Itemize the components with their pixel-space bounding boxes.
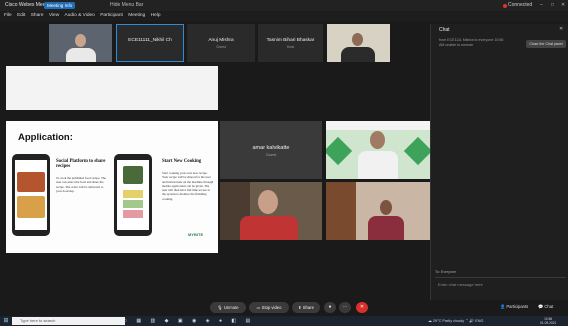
chat-recipient-select[interactable]: To: Everyone [435,270,456,274]
system-tray[interactable]: ☁ 29°C Partly cloudy ⌃ 🔊 ENG [428,316,483,326]
close-icon[interactable]: ✕ [561,0,565,11]
meeting-info-button[interactable]: Meeting Info [44,2,76,9]
participant-tile-active[interactable]: ECE11111_Nikhil Ch [116,24,184,62]
more-options-button[interactable]: ··· [339,302,351,313]
participant-body [66,48,96,62]
participant-role: Guest [216,45,226,49]
language-indicator: ENG [475,319,484,323]
participant-name: Tasnim Bihari Bhaskar [266,38,315,43]
participants-label: Participants [506,304,529,309]
minimize-icon[interactable]: – [540,0,543,11]
decor-shape [326,136,353,166]
stop-video-label: Stop video [261,305,282,310]
menu-audio-video[interactable]: Audio & Video [65,11,95,21]
slide-title: Application: [18,132,73,143]
taskbar-clock[interactable]: 10:56 01-09-2021 [540,317,556,325]
record-icon[interactable]: ● [324,302,336,313]
participant-tile[interactable]: Tasnim Bihari Bhaskar Host [258,24,323,62]
share-label: Share [302,305,314,310]
weather-status: 29°C Partly cloudy [432,319,465,323]
stop-video-button[interactable]: ▭ Stop video [249,302,289,313]
participant-face [75,34,86,47]
chat-input[interactable]: Enter chat message here [435,277,566,292]
participant-video-tile[interactable] [49,24,112,62]
participant-name: ECE11111_Nikhil Ch [128,38,172,43]
unmute-button[interactable]: 🎙 Unmute [210,302,246,313]
windows-taskbar: ⊞ Type here to search ○ ▦ ▥ ◆ ▣ ◉ ◈ ● ◧ … [0,316,568,326]
participant-body [341,47,375,62]
close-icon[interactable]: ✕ [559,26,563,32]
participants-button[interactable]: 👤 Participants [500,302,528,312]
title-bar: Cisco Webex Meetings Meeting Info Hide M… [0,0,568,11]
col1-text: To cook the published food recipe. The u… [56,176,106,193]
participant-body [368,216,404,240]
participant-tile[interactable]: Anuj Mishra Guest [187,24,255,62]
share-button[interactable]: ⬆ Share [292,302,320,313]
leave-meeting-button[interactable]: ✕ [356,302,368,313]
menu-share[interactable]: Share [31,11,44,21]
maximize-icon[interactable]: □ [551,0,554,11]
taskbar-app-icons[interactable]: ○ ▦ ▥ ◆ ▣ ◉ ◈ ● ◧ ▤ [124,317,254,325]
col2-title: Start New Cooking [162,159,202,164]
menu-file[interactable]: File [4,11,12,21]
background [326,182,356,240]
participant-video-tile[interactable] [220,182,322,240]
menu-meeting[interactable]: Meeting [128,11,145,21]
phone-mockup [12,154,50,236]
menu-view[interactable]: View [49,11,59,21]
participant-video-tile[interactable] [326,121,430,179]
participant-tile-amar[interactable]: amar kalvikatte Guest [220,121,322,179]
chat-title: Chat [439,27,450,33]
menu-edit[interactable]: Edit [17,11,25,21]
participant-face [370,131,385,149]
menu-participant[interactable]: Participant [100,11,123,21]
phone-mockup [114,154,152,236]
participant-video-tile[interactable] [327,24,390,62]
close-chat-panel-button[interactable]: Close the Chat panel [526,40,566,48]
participant-role: Guest [265,153,277,157]
windows-start-icon[interactable]: ⊞ [2,317,10,325]
phone-screen [15,160,47,230]
decor-shape [403,136,430,166]
col1-title: Social Platform to share recipes [56,159,106,169]
phone-screen [117,160,149,230]
participant-face [380,200,392,215]
chat-message: from ECE1111 Mishra to everyone 10:56 AM… [439,38,504,47]
participant-name: Anuj Mishra [208,38,234,43]
participant-body [240,216,298,240]
shared-slide: Application: Social Platform to share re… [6,121,218,253]
participant-body [358,151,398,179]
unmute-label: Unmute [223,305,239,310]
menu-bar: File Edit Share View Audio & Video Parti… [0,11,568,21]
connection-status-icon [503,4,507,8]
menu-help[interactable]: Help [151,11,161,21]
shared-content-top [6,66,218,110]
chat-button[interactable]: 💬 Chat [538,302,553,312]
taskbar-search-input[interactable]: Type here to search [12,317,125,325]
participant-video-tile[interactable] [326,182,430,240]
chat-panel: Chat ✕ from ECE1111 Mishra to everyone 1… [430,24,568,300]
participant-face [258,190,278,214]
participant-role: Host [286,45,295,49]
chat-label: Chat [544,304,554,309]
hide-menu-bar-toggle[interactable]: Hide Menu Bar [110,0,143,11]
clock-date: 01-09-2021 [540,321,557,325]
participant-face [352,33,363,46]
connection-status[interactable]: Connected [508,0,532,11]
col2-text: Start cooking your own new recipe. Your … [162,171,214,201]
brand-logo: MYBITE [188,232,204,237]
banner [326,121,430,130]
participant-name: amar kalvikatte [252,145,290,151]
